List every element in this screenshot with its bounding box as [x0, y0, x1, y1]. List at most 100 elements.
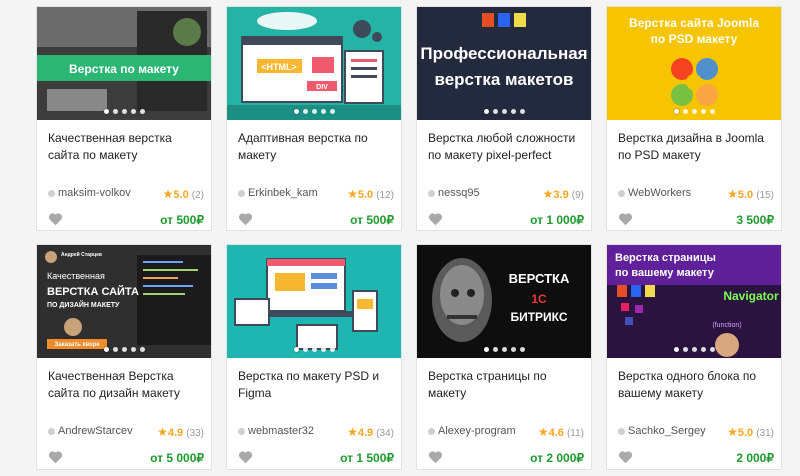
- service-card[interactable]: Верстка по макету PSD и Figma webmaster3…: [226, 244, 402, 470]
- seller-name[interactable]: WebWorkers: [628, 187, 720, 199]
- service-card[interactable]: Верстка страницы по вашему макету Naviga…: [606, 244, 782, 470]
- star-icon: ★: [347, 425, 358, 439]
- card-thumbnail[interactable]: Верстка страницы по вашему макету Naviga…: [607, 245, 781, 358]
- service-card[interactable]: Верстка сайта Joomla по PSD макету Верст…: [606, 6, 782, 231]
- service-card[interactable]: Андрей Старцев Качественная ВЕРСТКА САЙТ…: [36, 244, 212, 470]
- seller-name[interactable]: AndrewStarcev: [58, 425, 150, 437]
- service-card[interactable]: Профессиональная верстка макетов Верстка…: [416, 6, 592, 231]
- seller-name[interactable]: webmaster32: [248, 425, 340, 437]
- price-row: от 2 000₽: [428, 449, 584, 467]
- seller-name[interactable]: nessq95: [438, 187, 530, 199]
- service-card[interactable]: Верстка по макету Качественная верстка с…: [36, 6, 212, 231]
- rating: ★5.0 (12): [347, 187, 394, 201]
- heart-icon[interactable]: [238, 212, 253, 226]
- review-count: (11): [566, 428, 584, 439]
- thumbnail-image: Верстка страницы по вашему макету Naviga…: [607, 245, 781, 358]
- card-thumbnail[interactable]: Верстка по макету: [37, 7, 211, 120]
- rating: ★3.9 (9): [543, 187, 584, 201]
- rating: ★4.9 (34): [347, 425, 394, 439]
- thumb-text-4: ПО ДИЗАЙН МАКЕТУ: [47, 300, 120, 309]
- price: от 500₽: [350, 213, 394, 227]
- thumbnail-image: Верстка по макету: [37, 7, 211, 120]
- heart-icon[interactable]: [48, 212, 63, 226]
- price: от 5 000₽: [150, 451, 204, 465]
- card-title[interactable]: Верстка одного блока по вашему макету: [618, 368, 774, 402]
- card-title[interactable]: Верстка по макету PSD и Figma: [238, 368, 394, 402]
- carousel-dots[interactable]: [227, 109, 401, 114]
- seller-name[interactable]: Alexey-program: [438, 425, 530, 437]
- carousel-dots[interactable]: [37, 109, 211, 114]
- thumbnail-image: Верстка сайта Joomla по PSD макету: [607, 7, 781, 120]
- card-thumbnail[interactable]: <HTML> DIV: [227, 7, 401, 120]
- star-icon: ★: [727, 425, 738, 439]
- rating-value: 4.9: [357, 427, 374, 439]
- card-title[interactable]: Качественная верстка сайта по макету: [48, 130, 204, 164]
- thumb-text-1: ВЕРСТКА: [509, 271, 570, 286]
- avatar-icon: [238, 428, 245, 435]
- thumb-text-1: Верстка по макету: [69, 62, 179, 76]
- carousel-dots[interactable]: [607, 347, 781, 352]
- avatar-icon: [618, 190, 625, 197]
- rating-value: 4.9: [167, 427, 184, 439]
- star-icon: ★: [542, 187, 554, 201]
- card-thumbnail[interactable]: Верстка сайта Joomla по PSD макету: [607, 7, 781, 120]
- seller-row: Alexey-program ★4.6 (11): [428, 425, 584, 439]
- thumb-text-2: по PSD макету: [651, 32, 738, 46]
- carousel-dots[interactable]: [417, 347, 591, 352]
- rating-value: 4.6: [548, 427, 564, 439]
- heart-icon[interactable]: [618, 212, 633, 226]
- heart-icon[interactable]: [428, 212, 443, 226]
- card-title[interactable]: Верстка любой сложности по макету pixel-…: [428, 130, 584, 164]
- review-count: (9): [571, 190, 584, 201]
- carousel-dots[interactable]: [607, 109, 781, 114]
- card-thumbnail[interactable]: Профессиональная верстка макетов: [417, 7, 591, 120]
- price-row: 3 500₽: [618, 211, 774, 229]
- star-icon: ★: [157, 425, 168, 439]
- card-title[interactable]: Верстка дизайна в Joomla по PSD макету: [618, 130, 774, 164]
- heart-icon[interactable]: [428, 450, 443, 464]
- thumbnail-image: Профессиональная верстка макетов: [417, 7, 591, 120]
- thumbnail-image: <HTML> DIV: [227, 7, 401, 120]
- kwork-grid: Верстка по макету Качественная верстка с…: [0, 0, 800, 476]
- avatar-icon: [428, 428, 435, 435]
- thumb-text-3: Navigator: [723, 289, 779, 303]
- card-title[interactable]: Верстка страницы по макету: [428, 368, 584, 402]
- price-row: от 500₽: [48, 211, 204, 229]
- review-count: (2): [191, 190, 204, 201]
- carousel-dots[interactable]: [37, 347, 211, 352]
- card-thumbnail[interactable]: [227, 245, 401, 358]
- thumb-text-3: ВЕРСТКА САЙТА: [47, 285, 139, 298]
- price: от 1 000₽: [530, 213, 584, 227]
- thumb-text-2: по вашему макету: [615, 267, 715, 279]
- seller-name[interactable]: Sachko_Sergey: [628, 425, 720, 437]
- thumb-text-1: Верстка страницы: [615, 252, 716, 264]
- service-card[interactable]: <HTML> DIV Адаптивная верстка по макету …: [226, 6, 402, 231]
- card-thumbnail[interactable]: Андрей Старцев Качественная ВЕРСТКА САЙТ…: [37, 245, 211, 358]
- card-title[interactable]: Качественная Верстка сайта по дизайн мак…: [48, 368, 204, 402]
- star-icon: ★: [347, 187, 358, 201]
- avatar-icon: [238, 190, 245, 197]
- seller-name[interactable]: Erkinbek_kam: [248, 187, 340, 199]
- price-row: от 5 000₽: [48, 449, 204, 467]
- card-title[interactable]: Адаптивная верстка по макету: [238, 130, 394, 164]
- seller-name[interactable]: maksim-volkov: [58, 187, 150, 199]
- rating: ★4.9 (33): [157, 425, 204, 439]
- heart-icon[interactable]: [48, 450, 63, 464]
- heart-icon[interactable]: [618, 450, 633, 464]
- price-row: от 500₽: [238, 211, 394, 229]
- rating-value: 5.0: [737, 427, 754, 439]
- heart-icon[interactable]: [238, 450, 253, 464]
- thumbnail-image: [227, 245, 401, 358]
- seller-row: webmaster32 ★4.9 (34): [238, 425, 394, 439]
- thumb-text-2: верстка макетов: [434, 70, 573, 89]
- service-card[interactable]: ВЕРСТКА 1С БИТРИКС Верстка страницы по м…: [416, 244, 592, 470]
- price: 2 000₽: [736, 451, 774, 465]
- carousel-dots[interactable]: [417, 109, 591, 114]
- seller-row: Erkinbek_kam ★5.0 (12): [238, 187, 394, 201]
- star-icon: ★: [162, 187, 174, 201]
- thumb-text-2: DIV: [316, 84, 328, 91]
- card-thumbnail[interactable]: ВЕРСТКА 1С БИТРИКС: [417, 245, 591, 358]
- avatar-icon: [618, 428, 625, 435]
- rating: ★4.6 (11): [538, 425, 584, 439]
- carousel-dots[interactable]: [227, 347, 401, 352]
